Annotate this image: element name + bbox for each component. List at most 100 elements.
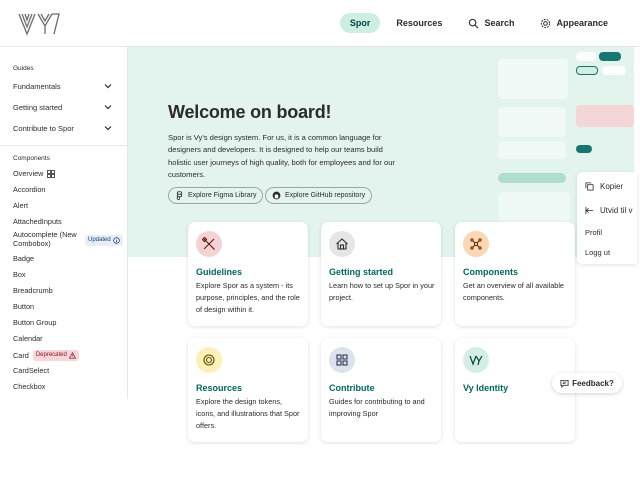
sidebar-item-contribute[interactable]: Contribute to Spor [13, 120, 113, 136]
sidebar-item-calendar[interactable]: Calendar [13, 334, 43, 343]
vy-logo-icon[interactable] [18, 12, 62, 36]
menu-item-logout[interactable]: Logg ut [585, 248, 610, 257]
sidebar-item-label: Overview [13, 169, 44, 178]
nav-spor[interactable]: Spor [339, 13, 381, 33]
sidebar-item-accordion[interactable]: Accordion [13, 185, 45, 194]
menu-item-label: Kopier [600, 182, 624, 191]
updated-badge: Updated [85, 235, 123, 246]
nav-search[interactable]: Search [458, 13, 524, 33]
sidebar-item-label: Autocomplete (New Combobox) [13, 230, 77, 248]
sidebar-item-cardselect[interactable]: CardSelect [13, 366, 49, 375]
card-icon-wrapper [196, 347, 222, 373]
components-heading: Components [13, 155, 50, 162]
main-nav: Spor Resources Search Appearance [339, 13, 618, 33]
sidebar-item-autocomplete[interactable]: Autocomplete (New Combobox) Updated [13, 230, 123, 248]
mockup-calendar [498, 192, 570, 222]
sidebar-item-overview[interactable]: Overview [13, 169, 56, 178]
card-icon-wrapper [463, 347, 489, 373]
card-icon-wrapper [196, 231, 222, 257]
feedback-button[interactable]: Feedback? [552, 373, 622, 393]
sidebar-item-label: Button Group [13, 318, 57, 327]
updated-badge-label: Updated [88, 237, 111, 243]
card-description: Guides for contributing to and improving… [329, 397, 425, 418]
nav-resources[interactable]: Resources [386, 13, 452, 33]
nav-appearance[interactable]: Appearance [530, 13, 618, 33]
explore-figma-button[interactable]: Explore Figma Library [168, 187, 264, 204]
card-contribute[interactable]: Contribute Guides for contributing to an… [321, 338, 441, 442]
sidebar-item-getting-started[interactable]: Getting started [13, 99, 113, 115]
mockup-chip [602, 66, 626, 75]
mockup-panel [498, 107, 566, 137]
menu-item-label: Utvid til v [600, 206, 633, 215]
menu-item-copy[interactable]: Kopier [585, 182, 623, 191]
explore-figma-label: Explore Figma Library [188, 192, 257, 199]
menu-item-profile[interactable]: Profil [585, 228, 602, 237]
card-title: Getting started [329, 267, 394, 277]
nav-search-label: Search [484, 18, 515, 28]
mockup-panel [498, 141, 566, 159]
search-icon [469, 18, 479, 28]
nav-spor-label: Spor [349, 18, 371, 28]
card-title: Guidelines [196, 267, 243, 277]
sidebar: Guides Fundamentals Getting started Cont… [0, 47, 128, 399]
card-icon-wrapper [463, 231, 489, 257]
feedback-label: Feedback? [572, 378, 614, 388]
mockup-chip [599, 52, 621, 61]
card-title: Components [463, 267, 518, 277]
card-components[interactable]: Components Get an overview of all availa… [455, 222, 575, 326]
components-icon [470, 238, 482, 250]
sidebar-item-fundamentals[interactable]: Fundamentals [13, 78, 113, 94]
grid-icon [336, 354, 348, 366]
sidebar-item-button-group[interactable]: Button Group [13, 318, 56, 327]
copy-icon [585, 182, 594, 191]
sidebar-item-label: Calendar [13, 334, 43, 343]
deprecated-badge: Deprecated [32, 350, 79, 361]
info-icon [112, 237, 120, 244]
mockup-button [498, 173, 566, 183]
vy-logo-icon [469, 355, 483, 366]
sidebar-item-label: CardSelect [13, 366, 50, 375]
card-guidelines[interactable]: Guidelines Explore Spor as a system - it… [188, 222, 308, 326]
github-icon [272, 191, 281, 200]
sidebar-item-label: Box [13, 270, 26, 279]
card-description: Get an overview of all available compone… [463, 281, 564, 302]
card-icon-wrapper [329, 347, 355, 373]
card-getting-started[interactable]: Getting started Learn how to set up Spor… [321, 222, 441, 326]
sidebar-item-card[interactable]: Card Deprecated [13, 350, 79, 361]
card-title: Contribute [329, 383, 375, 393]
mockup-panel [498, 59, 568, 99]
sidebar-item-label: Card [13, 351, 29, 360]
explore-github-label: Explore GitHub repository [285, 192, 366, 199]
resources-icon [203, 354, 215, 366]
sidebar-item-label: Checkbox [13, 382, 46, 391]
sidebar-item-box[interactable]: Box [13, 270, 26, 279]
chevron-down-icon [104, 84, 112, 89]
top-header: Spor Resources Search Appearance [0, 0, 640, 47]
menu-item-expand[interactable]: Utvid til v [585, 206, 632, 215]
sidebar-item-label: Getting started [13, 102, 63, 112]
explore-github-button[interactable]: Explore GitHub repository [265, 187, 373, 204]
sidebar-item-label: Breadcrumb [13, 286, 53, 295]
chevron-down-icon [104, 126, 112, 131]
sidebar-item-attachedinputs[interactable]: AttachedInputs [13, 217, 62, 226]
sidebar-item-checkbox[interactable]: Checkbox [13, 382, 45, 391]
sidebar-item-breadcrumb[interactable]: Breadcrumb [13, 286, 53, 295]
card-description: Learn how to set up Spor in your project… [329, 281, 435, 302]
mockup-alert [576, 105, 634, 127]
sidebar-item-label: Badge [13, 254, 35, 263]
card-title: Resources [196, 383, 243, 393]
arrow-left-icon [585, 206, 594, 215]
card-resources[interactable]: Resources Explore the design tokens, ico… [188, 338, 308, 442]
deprecated-badge-label: Deprecated [35, 352, 67, 358]
sidebar-item-badge[interactable]: Badge [13, 254, 34, 263]
warning-icon [68, 352, 76, 359]
sidebar-item-label: Contribute to Spor [13, 123, 74, 133]
sidebar-item-button[interactable]: Button [13, 302, 34, 311]
sidebar-divider [0, 145, 127, 146]
nav-appearance-label: Appearance [556, 18, 608, 28]
card-icon-wrapper [329, 231, 355, 257]
card-description: Explore the design tokens, icons, and il… [196, 397, 300, 430]
mockup-chip [576, 52, 596, 61]
sidebar-item-alert[interactable]: Alert [13, 201, 28, 210]
figma-icon [176, 191, 183, 200]
